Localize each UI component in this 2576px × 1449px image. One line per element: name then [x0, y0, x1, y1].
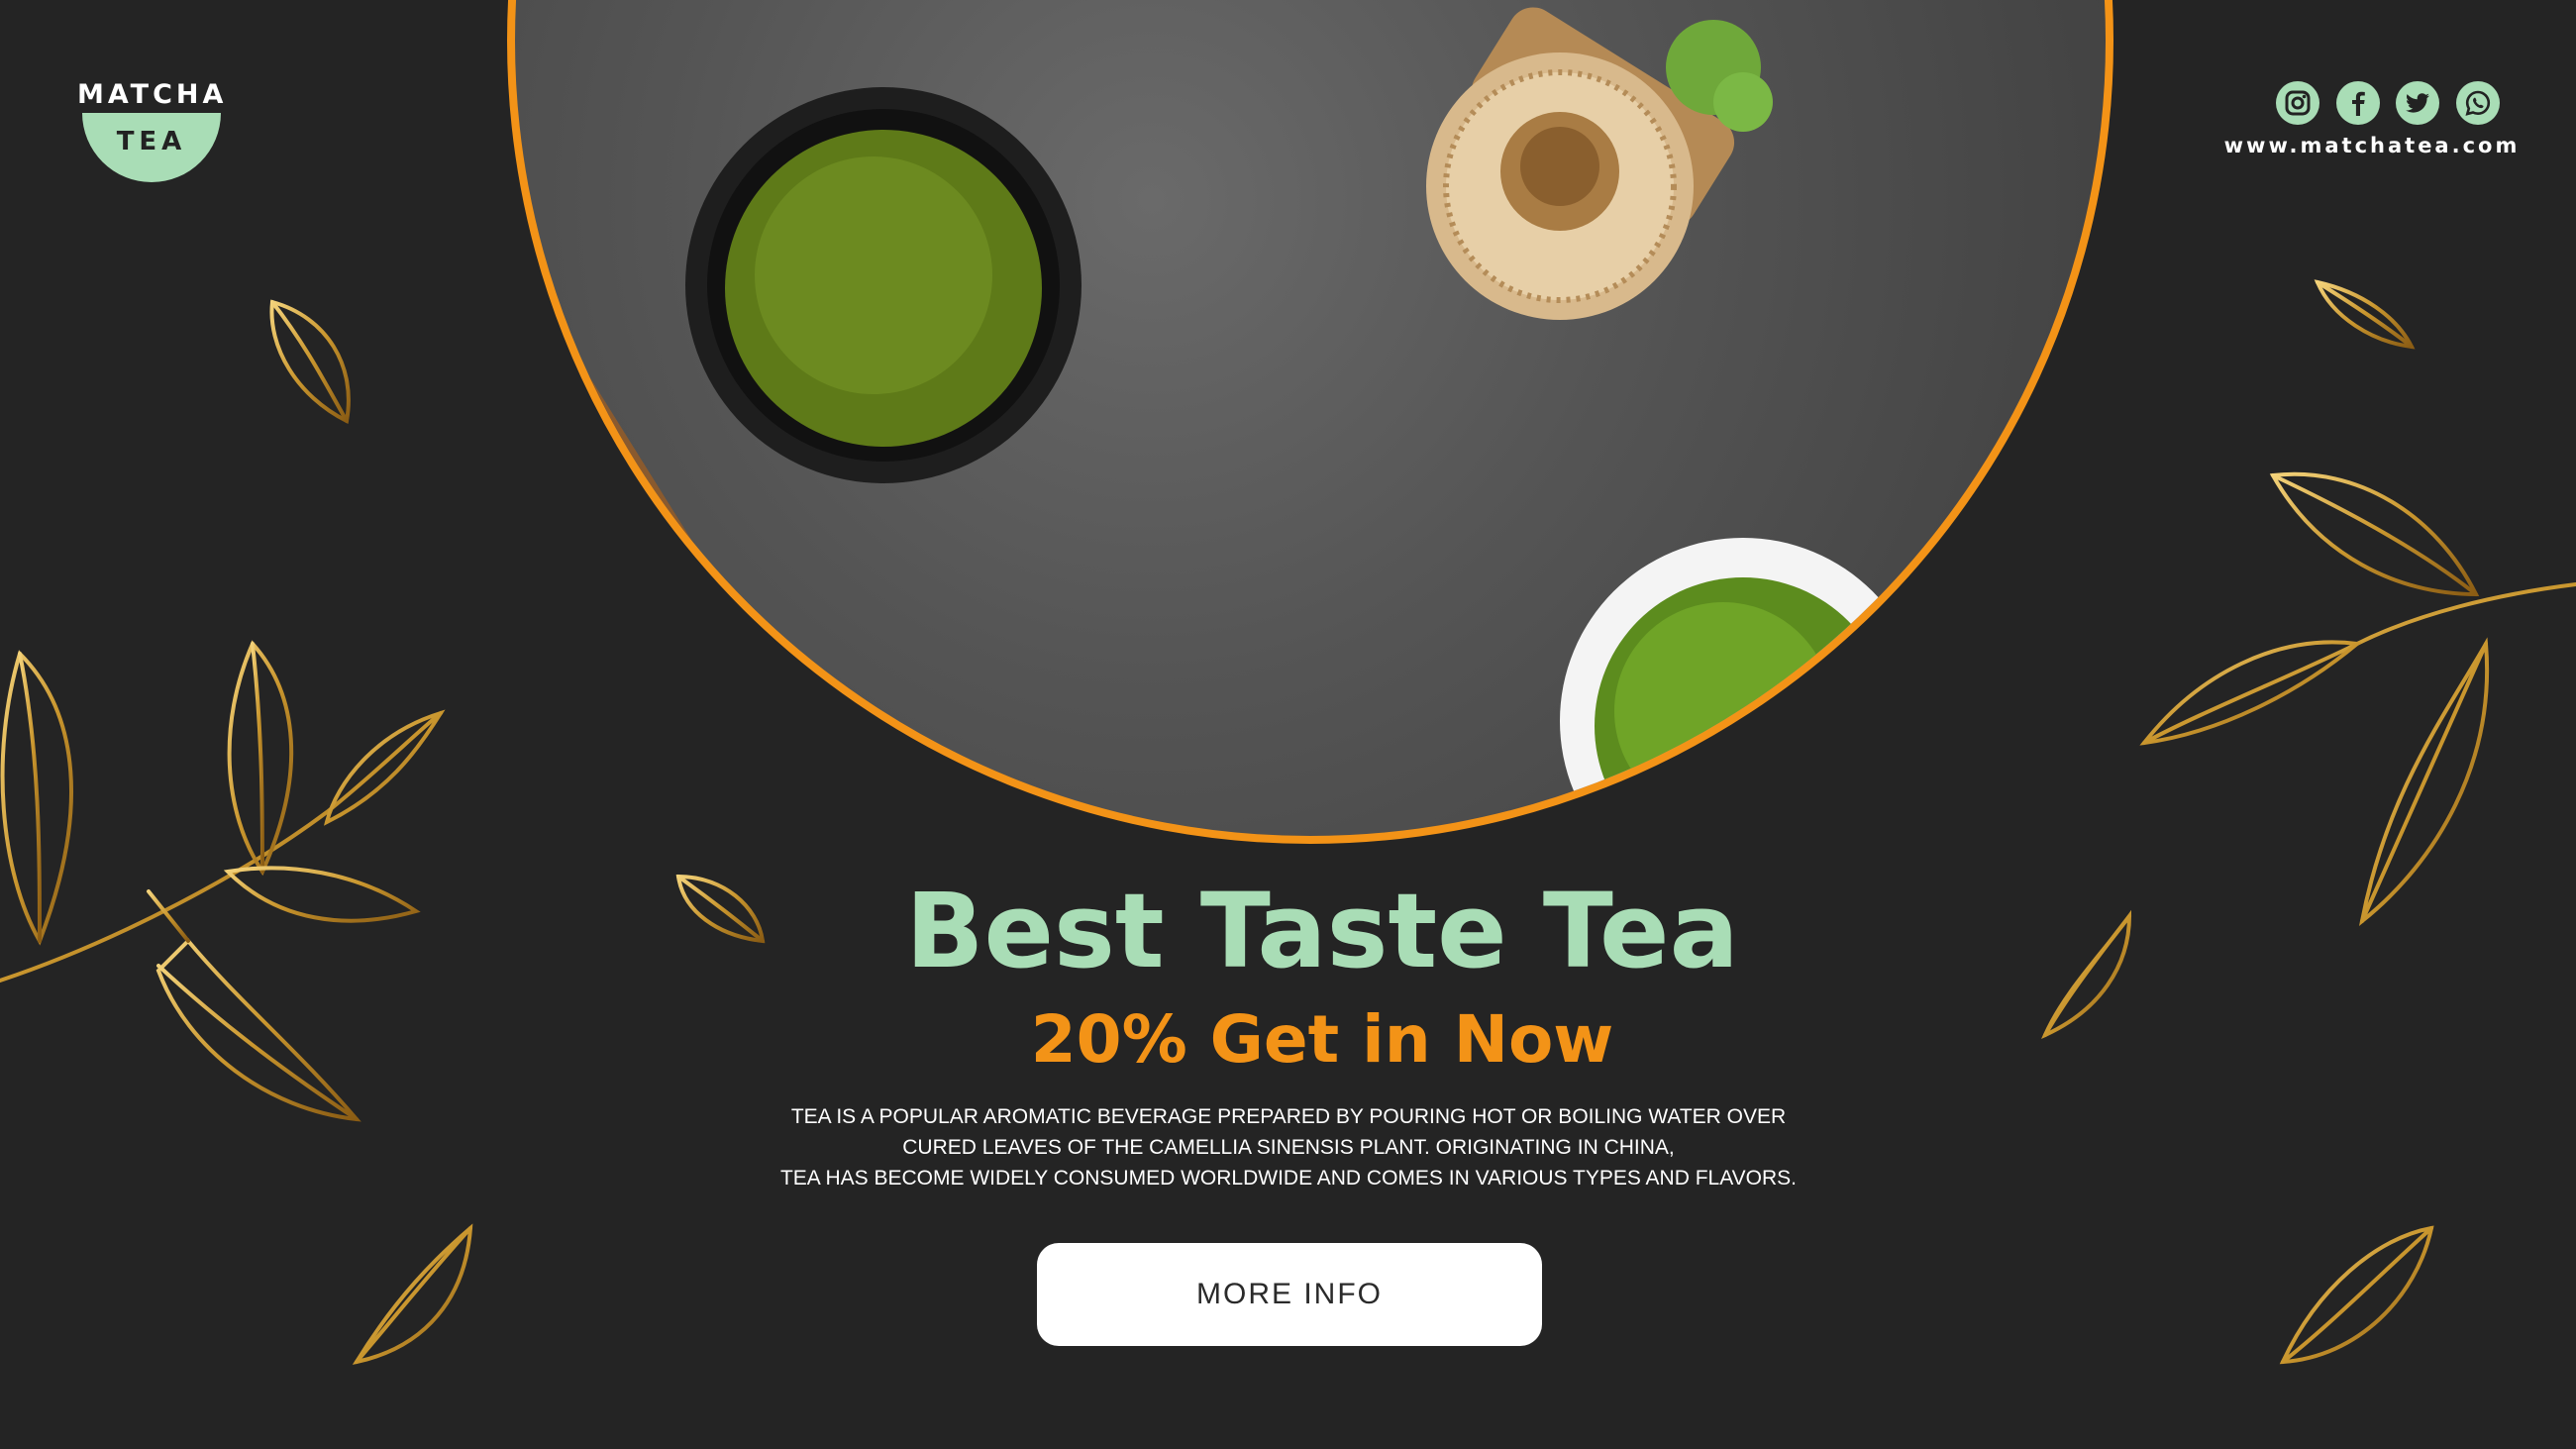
more-info-button[interactable]: MORE INFO [1037, 1243, 1542, 1346]
logo-title: MATCHA [77, 79, 228, 110]
description-line-3: TEA HAS BECOME WIDELY CONSUMED WORLDWIDE… [779, 1167, 1798, 1190]
description-paragraph: TEA IS A POPULAR AROMATIC BEVERAGE PREPA… [693, 1101, 1884, 1193]
description-line-2: CURED LEAVES OF THE CAMELLIA SINENSIS PL… [902, 1136, 1675, 1159]
hero-photo-circle [507, 0, 2113, 844]
matcha-banner: MATCHA TEA www.matchatea.com Best Taste … [0, 0, 2576, 1449]
headline: Best Taste Tea [905, 871, 1739, 991]
social-links [2276, 81, 2500, 125]
facebook-icon[interactable] [2335, 81, 2380, 125]
matcha-table-illustration [515, 7, 1926, 836]
description-line-1: TEA IS A POPULAR AROMATIC BEVERAGE PREPA… [790, 1105, 1787, 1128]
twitter-icon[interactable] [2396, 81, 2440, 125]
discount-subheadline: 20% Get in Now [1030, 1001, 1614, 1078]
instagram-icon[interactable] [2276, 81, 2319, 125]
brand-logo[interactable]: MATCHA TEA [77, 79, 226, 184]
logo-badge: TEA [82, 113, 221, 182]
logo-badge-text: TEA [116, 127, 187, 156]
whatsapp-icon[interactable] [2455, 81, 2500, 125]
website-url[interactable]: www.matchatea.com [2209, 134, 2535, 157]
